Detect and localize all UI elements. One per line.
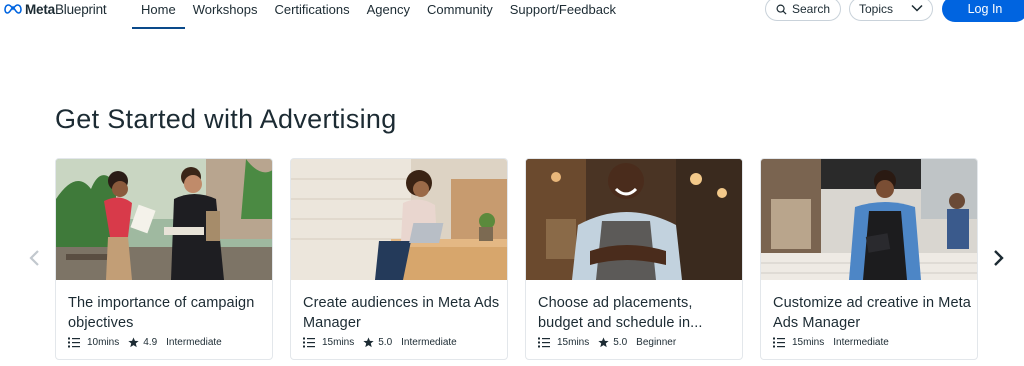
star-icon xyxy=(598,337,609,348)
logo-word-blueprint: Blueprint xyxy=(54,1,107,17)
chevron-down-icon xyxy=(911,4,923,12)
chevron-left-icon[interactable] xyxy=(25,248,45,268)
course-level: Intermediate xyxy=(833,337,889,348)
course-image xyxy=(761,159,977,280)
course-image xyxy=(291,159,507,280)
nav-community[interactable]: Community xyxy=(427,0,493,30)
course-card[interactable]: Customize ad creative in Meta Ads Manage… xyxy=(760,158,978,360)
main-nav: Home Workshops Certifications Agency Com… xyxy=(132,0,633,30)
course-card[interactable]: Choose ad placements, budget and schedul… xyxy=(525,158,743,360)
logo-text: MetaBlueprint xyxy=(25,1,107,17)
nav-agency[interactable]: Agency xyxy=(367,0,410,30)
course-image xyxy=(526,159,742,280)
course-meta: 15mins 5.0 Intermediate xyxy=(303,337,466,348)
logo-word-meta: Meta xyxy=(25,1,55,17)
search-label: Search xyxy=(791,2,831,16)
course-meta: 10mins 4.9 Intermediate xyxy=(68,337,231,348)
course-level: Intermediate xyxy=(166,337,222,348)
course-duration: 15mins xyxy=(322,337,355,348)
top-navigation-bar: MetaBlueprint Home Workshops Certificati… xyxy=(0,0,1024,30)
course-duration: 15mins xyxy=(557,337,590,348)
course-rating: 5.0 xyxy=(378,337,393,348)
course-duration: 10mins xyxy=(87,337,120,348)
course-meta: 15mins 5.0 Beginner xyxy=(538,337,685,348)
course-rating: 5.0 xyxy=(613,337,628,348)
course-title: Create audiences in Meta Ads Manager xyxy=(303,295,500,331)
course-level: Beginner xyxy=(636,337,677,348)
meta-blueprint-logo[interactable]: MetaBlueprint xyxy=(4,0,107,18)
course-title: The importance of campaign objectives xyxy=(68,295,255,331)
list-icon xyxy=(68,337,80,348)
course-meta: 15mins Intermediate xyxy=(773,337,898,348)
course-card[interactable]: The importance of campaign objectives 10… xyxy=(55,158,273,360)
course-card[interactable]: Create audiences in Meta Ads Manager 15m… xyxy=(290,158,508,360)
course-duration: 15mins xyxy=(792,337,825,348)
search-button[interactable]: Search xyxy=(765,0,841,21)
chevron-right-icon[interactable] xyxy=(988,248,1008,268)
course-level: Intermediate xyxy=(401,337,457,348)
section-title: Get Started with Advertising xyxy=(55,104,397,134)
course-title: Choose ad placements, budget and schedul… xyxy=(538,295,703,331)
course-title: Customize ad creative in Meta Ads Manage… xyxy=(773,295,971,331)
topics-label: Topics xyxy=(859,2,894,16)
search-icon xyxy=(776,4,787,15)
star-icon xyxy=(363,337,374,348)
nav-home[interactable]: Home xyxy=(132,0,185,30)
topics-dropdown[interactable]: Topics xyxy=(849,0,933,21)
login-button[interactable]: Log In xyxy=(942,0,1024,22)
nav-certifications[interactable]: Certifications xyxy=(274,0,349,30)
course-rating: 4.9 xyxy=(143,337,158,348)
list-icon xyxy=(303,337,315,348)
course-image xyxy=(56,159,272,280)
nav-support-feedback[interactable]: Support/Feedback xyxy=(510,0,616,30)
nav-workshops[interactable]: Workshops xyxy=(193,0,258,30)
list-icon xyxy=(773,337,785,348)
meta-infinity-icon xyxy=(4,4,22,14)
list-icon xyxy=(538,337,550,348)
star-icon xyxy=(128,337,139,348)
